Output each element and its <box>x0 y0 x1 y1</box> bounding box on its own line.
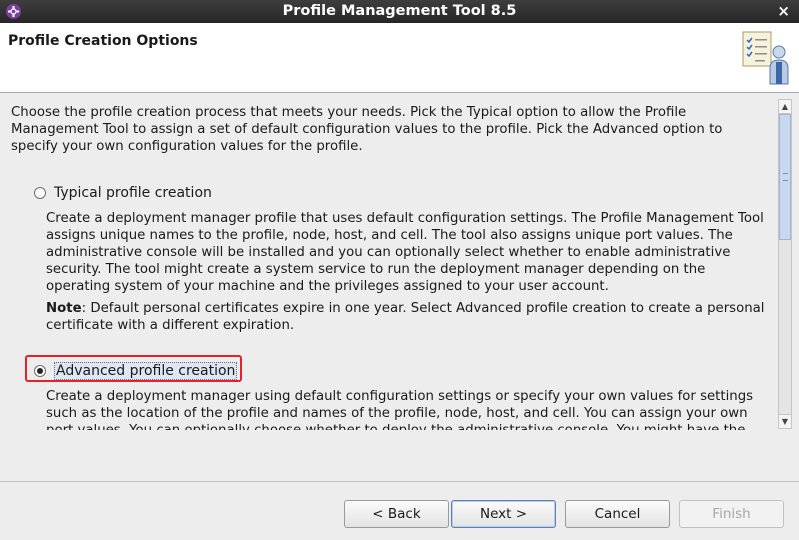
scroll-thumb[interactable] <box>779 114 791 240</box>
window-title: Profile Management Tool 8.5 <box>282 3 517 19</box>
footer-separator <box>0 481 799 482</box>
scroll-up-icon[interactable]: ▲ <box>779 100 791 114</box>
note-label: Note <box>46 301 82 316</box>
cancel-button[interactable]: Cancel <box>565 500 670 528</box>
intro-text: Choose the profile creation process that… <box>11 105 723 154</box>
close-icon[interactable]: × <box>777 2 790 20</box>
advanced-label[interactable]: Advanced profile creation <box>54 362 238 380</box>
next-button[interactable]: Next > <box>451 500 556 528</box>
typical-description: Create a deployment manager profile that… <box>46 211 764 294</box>
wizard-header: Profile Creation Options <box>0 23 799 93</box>
typical-radio[interactable] <box>34 187 46 199</box>
typical-note: Note: Default personal certificates expi… <box>46 300 768 334</box>
finish-button: Finish <box>679 500 784 528</box>
note-text: : Default personal certificates expire i… <box>46 301 765 333</box>
vertical-scrollbar[interactable]: ▲ ▼ <box>778 99 792 429</box>
checklist-user-icon <box>742 31 789 85</box>
window-titlebar: Profile Management Tool 8.5 × <box>0 0 799 23</box>
grip-icon <box>783 173 788 181</box>
back-button[interactable]: < Back <box>344 500 449 528</box>
scroll-down-icon[interactable]: ▼ <box>779 414 791 428</box>
option-advanced[interactable]: Advanced profile creation <box>34 362 238 380</box>
advanced-description: Create a deployment manager using defaul… <box>46 389 754 430</box>
options-panel: Choose the profile creation process that… <box>0 93 778 430</box>
advanced-radio[interactable] <box>34 365 46 377</box>
option-typical[interactable]: Typical profile creation <box>34 185 212 201</box>
typical-label[interactable]: Typical profile creation <box>54 185 212 201</box>
page-title: Profile Creation Options <box>8 33 198 49</box>
